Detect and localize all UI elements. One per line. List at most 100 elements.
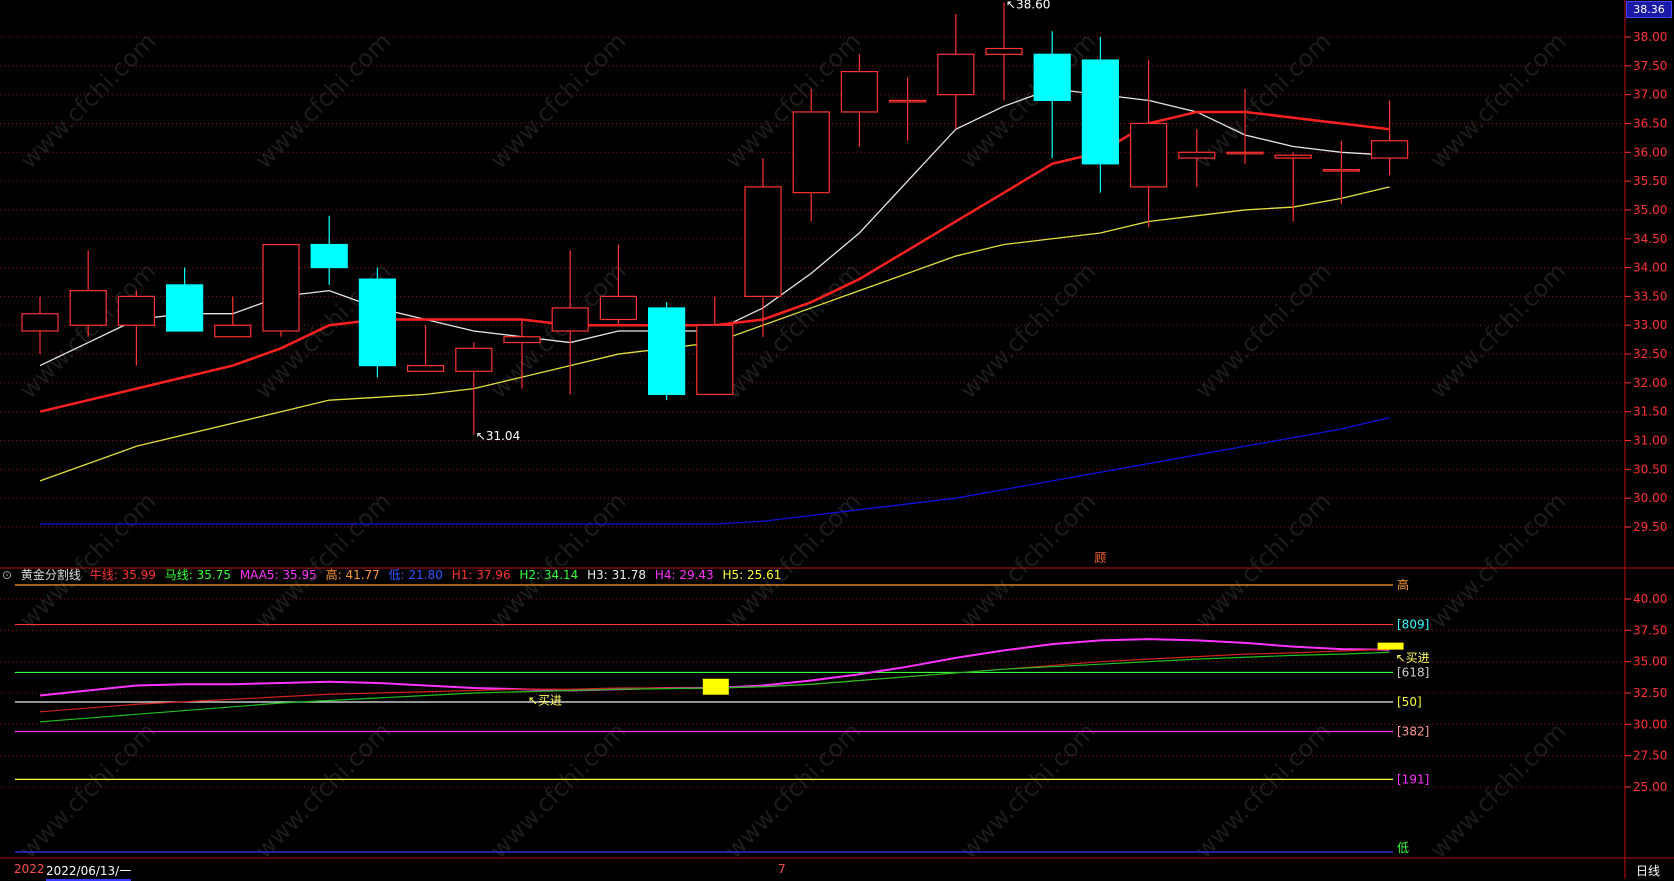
axis-tick-label: 30.00 xyxy=(1633,491,1667,505)
candle-body xyxy=(407,364,445,372)
main-chart-grid xyxy=(0,36,1625,528)
legend-item: 牛线: 35.99 xyxy=(89,568,156,582)
candle-body xyxy=(262,243,300,332)
buy-signal-label: ↖买进 xyxy=(1396,651,1430,665)
level-label: [382] xyxy=(1397,724,1429,738)
candle xyxy=(1129,60,1168,228)
candle-body xyxy=(1226,151,1264,155)
watermark-text: www.cfchi.com xyxy=(719,257,866,404)
watermark-text: www.cfchi.com xyxy=(1189,717,1336,864)
candle xyxy=(985,2,1023,101)
axis-tick-label: 31.00 xyxy=(1633,434,1667,448)
candle-body xyxy=(1274,154,1312,159)
level-label: 高 xyxy=(1397,577,1409,592)
signal-block xyxy=(702,678,729,695)
watermark-text: www.cfchi.com xyxy=(484,27,631,174)
month-marker: 7 xyxy=(778,862,786,876)
candle-body xyxy=(1033,53,1071,102)
candle xyxy=(1274,152,1312,222)
legend-item: MAA5: 35.95 xyxy=(239,568,317,582)
watermark-text: www.cfchi.com xyxy=(249,717,396,864)
legend-item: 高: 41.77 xyxy=(325,568,380,582)
candle xyxy=(840,54,879,147)
candle-body xyxy=(840,70,879,113)
candle-body xyxy=(69,290,107,326)
indicator-legend: ⊙ 黄金分割线 牛线: 35.99 马线: 35.75 MAA5: 35.95 … xyxy=(2,567,786,583)
axis-tick-label: 32.50 xyxy=(1633,347,1667,361)
ma-line xyxy=(40,416,1390,525)
collapse-icon[interactable]: ⊙ xyxy=(2,568,12,582)
watermark-text: www.cfchi.com xyxy=(1424,717,1571,864)
axis-tick-label: 31.50 xyxy=(1633,405,1667,419)
main-price-axis: 38.00 37.50 37.00 36.50 36.00 35.50 35.00 34.50… xyxy=(1625,30,1667,534)
candle-body xyxy=(310,243,348,269)
axis-tick-label: 37.50 xyxy=(1633,59,1667,73)
candle xyxy=(888,77,927,141)
candle-body xyxy=(599,295,638,321)
candle xyxy=(455,342,493,435)
cursor-date-label: 2022/06/13/一 xyxy=(46,862,132,881)
candle xyxy=(696,296,734,396)
period-selector[interactable]: 日线 xyxy=(1636,862,1660,879)
current-price-badge: 38.36 xyxy=(1626,1,1672,18)
axis-tick-label: 29.50 xyxy=(1633,520,1667,534)
signal-block xyxy=(1377,642,1404,650)
legend-item: H3: 31.78 xyxy=(587,568,646,582)
axis-tick-label: 35.00 xyxy=(1633,203,1667,217)
candlestick-series[interactable] xyxy=(21,2,1409,435)
axis-tick-label: 38.00 xyxy=(1633,30,1667,44)
axis-tick-label: 32.00 xyxy=(1633,376,1667,390)
watermark-text: www.cfchi.com xyxy=(954,717,1101,864)
buy-signal-label: ↖买进 xyxy=(528,693,562,707)
watermark-text: www.cfchi.com xyxy=(249,27,396,174)
candle xyxy=(1370,100,1409,176)
indicator-axis: 40.00 37.50 35.00 32.50 30.00 27.50 25.00 xyxy=(1625,592,1667,794)
axis-tick-label: 30.00 xyxy=(1633,717,1667,731)
legend-item: H4: 29.43 xyxy=(654,568,714,582)
axis-tick-label: 33.50 xyxy=(1633,289,1667,303)
candle xyxy=(166,267,204,332)
candle-body xyxy=(117,295,156,326)
candle-body xyxy=(1178,151,1216,159)
legend-item: 马线: 35.75 xyxy=(164,568,231,582)
level-label: [618] xyxy=(1397,665,1429,679)
watermark-text: www.cfchi.com xyxy=(484,487,631,634)
watermark-text: www.cfchi.com xyxy=(249,487,396,634)
level-label: [191] xyxy=(1397,772,1429,786)
candle-body xyxy=(1129,122,1168,188)
price-annotation: ↖31.04 xyxy=(476,429,520,443)
watermark-text: www.cfchi.com xyxy=(484,717,631,864)
axis-tick-label: 37.00 xyxy=(1633,88,1667,102)
watermark-text: www.cfchi.com xyxy=(14,717,161,864)
candle xyxy=(1081,37,1120,193)
candle xyxy=(69,250,107,337)
axis-tick-label: 36.50 xyxy=(1633,116,1667,130)
candle-body xyxy=(503,336,541,344)
candle xyxy=(407,325,445,372)
indicator-name[interactable]: 黄金分割线 xyxy=(21,568,81,582)
candle-body xyxy=(455,347,493,372)
candle-body xyxy=(358,278,396,367)
candle-body xyxy=(937,53,975,96)
watermark-text: www.cfchi.com xyxy=(1424,257,1571,404)
legend-item: 低: 21.80 xyxy=(388,568,443,582)
level-label: 低 xyxy=(1397,841,1409,855)
candle xyxy=(214,296,252,338)
watermark-text: www.cfchi.com xyxy=(1189,257,1336,404)
candle-body xyxy=(744,186,782,298)
candle-body xyxy=(647,307,686,396)
chart-stage[interactable]: www.cfchi.com www.cfchi.com www.cfchi.com w… xyxy=(0,0,1674,879)
axis-tick-label: 34.50 xyxy=(1633,232,1667,246)
watermark-text: www.cfchi.com xyxy=(1189,487,1336,634)
axis-tick-label: 27.50 xyxy=(1633,749,1667,763)
date-year-label: 2022 xyxy=(14,862,45,876)
axis-tick-label: 40.00 xyxy=(1633,592,1667,606)
candle-body xyxy=(792,111,830,194)
candle-body xyxy=(1081,59,1120,165)
candle xyxy=(744,158,782,337)
candle-body xyxy=(696,324,734,396)
candle xyxy=(647,302,686,401)
legend-item: H5: 25.61 xyxy=(722,568,782,582)
axis-tick-label: 33.00 xyxy=(1633,318,1667,332)
axis-tick-label: 36.00 xyxy=(1633,145,1667,159)
